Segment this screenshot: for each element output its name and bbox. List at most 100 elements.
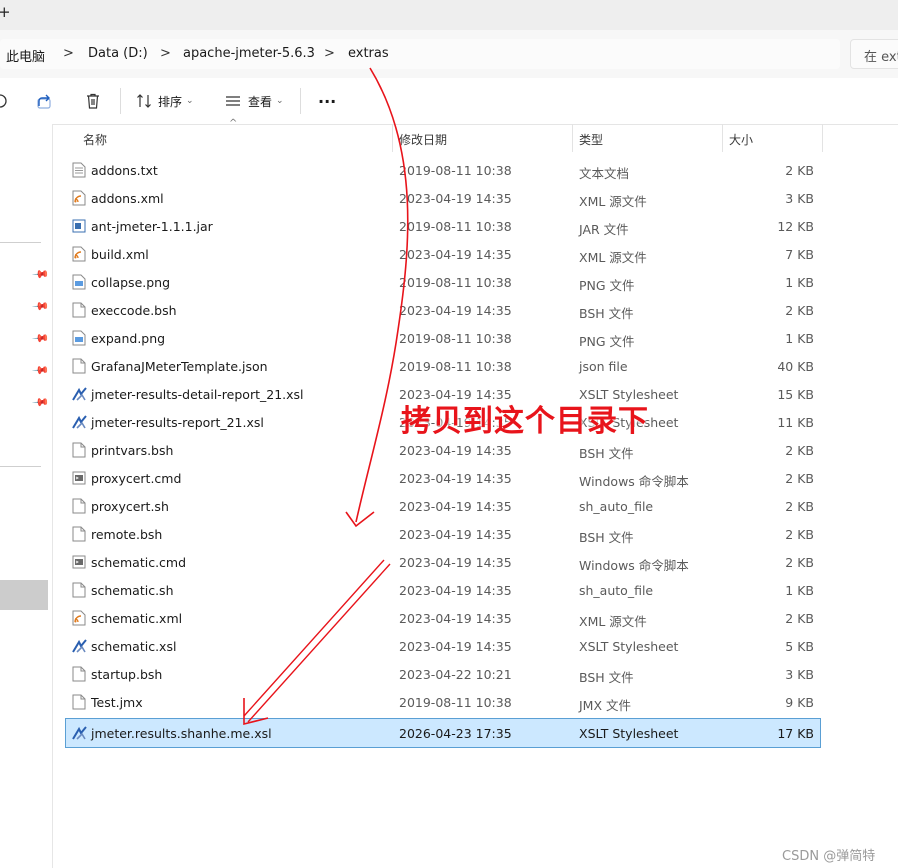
file-row[interactable]: printvars.bsh 2023-04-19 14:35 BSH 文件 2 KB	[66, 436, 820, 464]
share-button[interactable]	[36, 90, 54, 112]
file-date: 2023-04-19 14:35	[399, 443, 512, 458]
column-size-label: 大小	[729, 133, 754, 147]
nav-divider	[0, 466, 41, 467]
column-header-date[interactable]: 修改日期	[399, 124, 569, 152]
file-size: 5 KB	[785, 639, 814, 654]
file-size: 2 KB	[785, 499, 814, 514]
file-row[interactable]: proxycert.sh 2023-04-19 14:35 sh_auto_file…	[66, 492, 820, 520]
breadcrumb-separator[interactable]: >	[160, 46, 171, 61]
file-size: 3 KB	[785, 667, 814, 682]
file-date: 2023-04-19 14:35	[399, 555, 512, 570]
file-row[interactable]: Test.jmx 2019-08-11 10:38 JMX 文件 9 KB	[66, 688, 820, 716]
column-header-size[interactable]: 大小	[729, 124, 819, 152]
file-size: 2 KB	[785, 611, 814, 626]
file-size: 1 KB	[785, 331, 814, 346]
file-type: sh_auto_file	[579, 499, 654, 514]
jar-file-icon	[72, 218, 86, 234]
nav-divider	[0, 242, 41, 243]
copy-icon	[0, 94, 7, 108]
view-button[interactable]: 查看 ⌄	[224, 90, 284, 112]
file-name: startup.bsh	[91, 667, 163, 682]
file-name: addons.txt	[91, 163, 158, 178]
column-divider[interactable]	[822, 124, 823, 152]
file-type: json file	[579, 359, 628, 374]
blank-file-icon	[72, 582, 86, 598]
file-name: printvars.bsh	[91, 443, 174, 458]
xslt-file-icon	[72, 725, 87, 741]
file-type: JMX 文件	[579, 698, 632, 713]
file-date: 2023-04-22 10:21	[399, 667, 512, 682]
xml-file-icon	[72, 190, 86, 206]
file-row[interactable]: build.xml 2023-04-19 14:35 XML 源文件 7 KB	[66, 240, 820, 268]
new-tab-button[interactable]: +	[0, 3, 11, 21]
file-date: 2019-08-11 10:38	[399, 695, 512, 710]
column-header-name[interactable]: 名称	[83, 124, 393, 152]
pin-icon[interactable]: 📌	[31, 265, 50, 284]
cmd-file-icon	[72, 554, 86, 570]
file-row[interactable]: addons.xml 2023-04-19 14:35 XML 源文件 3 KB	[66, 184, 820, 212]
breadcrumb-item-jmeter[interactable]: apache-jmeter-5.6.3	[183, 46, 315, 61]
file-size: 15 KB	[777, 387, 814, 402]
file-size: 40 KB	[777, 359, 814, 374]
file-row[interactable]: schematic.cmd 2023-04-19 14:35 Windows 命令脚…	[66, 548, 820, 576]
view-icon	[226, 96, 240, 106]
file-date: 2019-08-11 10:38	[399, 219, 512, 234]
file-row[interactable]: startup.bsh 2023-04-22 10:21 BSH 文件 3 KB	[66, 660, 820, 688]
file-row[interactable]: GrafanaJMeterTemplate.json 2019-08-11 10:…	[66, 352, 820, 380]
file-size: 17 KB	[777, 726, 814, 741]
file-type: JAR 文件	[579, 222, 629, 237]
column-header-type[interactable]: 类型	[579, 124, 719, 152]
file-row[interactable]: schematic.xml 2023-04-19 14:35 XML 源文件 2 KB	[66, 604, 820, 632]
search-input[interactable]: 在 ext	[850, 39, 898, 69]
file-row[interactable]: ant-jmeter-1.1.1.jar 2019-08-11 10:38 JAR …	[66, 212, 820, 240]
file-name: remote.bsh	[91, 527, 163, 542]
file-row[interactable]: schematic.xsl 2023-04-19 14:35 XSLT Styles…	[66, 632, 820, 660]
trash-icon	[87, 93, 99, 109]
file-row[interactable]: expand.png 2019-08-11 10:38 PNG 文件 1 KB	[66, 324, 820, 352]
breadcrumb-item-drive[interactable]: Data (D:)	[88, 46, 148, 61]
nav-selected-item[interactable]	[0, 580, 48, 610]
delete-button[interactable]	[84, 90, 102, 112]
blank-file-icon	[72, 694, 86, 710]
file-size: 12 KB	[777, 219, 814, 234]
xml-file-icon	[72, 610, 86, 626]
file-date: 2023-04-19 14:35	[399, 611, 512, 626]
column-divider[interactable]	[722, 124, 723, 152]
annotation-text: 拷贝到这个目录下	[401, 404, 649, 439]
file-name: expand.png	[91, 331, 166, 346]
blank-file-icon	[72, 358, 86, 374]
breadcrumb-item-extras[interactable]: extras	[348, 46, 389, 61]
copy-button[interactable]	[0, 90, 8, 112]
file-row[interactable]: jmeter.results.shanhe.me.xsl 2026-04-23 1…	[65, 718, 821, 748]
file-size: 1 KB	[785, 583, 814, 598]
breadcrumb-separator[interactable]: >	[324, 46, 335, 61]
file-name: schematic.xsl	[91, 639, 177, 654]
file-row[interactable]: schematic.sh 2023-04-19 14:35 sh_auto_file…	[66, 576, 820, 604]
pin-icon[interactable]: 📌	[31, 361, 50, 380]
file-row[interactable]: proxycert.cmd 2023-04-19 14:35 Windows 命令脚…	[66, 464, 820, 492]
file-date: 2023-04-19 14:35	[399, 303, 512, 318]
file-row[interactable]: addons.txt 2019-08-11 10:38 文本文档 2 KB	[66, 156, 820, 184]
pin-icon[interactable]: 📌	[31, 297, 50, 316]
file-row[interactable]: collapse.png 2019-08-11 10:38 PNG 文件 1 KB	[66, 268, 820, 296]
file-size: 2 KB	[785, 303, 814, 318]
column-divider[interactable]	[572, 124, 573, 152]
breadcrumb-separator[interactable]: >	[63, 46, 74, 61]
breadcrumb[interactable]: 此电脑 > Data (D:) > apache-jmeter-5.6.3 > …	[0, 39, 840, 69]
file-row[interactable]: remote.bsh 2023-04-19 14:35 BSH 文件 2 KB	[66, 520, 820, 548]
file-size: 11 KB	[777, 415, 814, 430]
cmd-file-icon	[72, 470, 86, 486]
more-options-button[interactable]: ...	[318, 86, 336, 108]
sort-button[interactable]: 排序 ⌄	[136, 90, 194, 112]
pin-icon[interactable]: 📌	[31, 393, 50, 412]
breadcrumb-item-this-pc[interactable]: 此电脑	[6, 46, 45, 65]
column-divider[interactable]	[392, 124, 393, 152]
column-name-label: 名称	[83, 133, 108, 147]
file-name: addons.xml	[91, 191, 164, 206]
file-size: 2 KB	[785, 471, 814, 486]
view-label: 查看	[248, 94, 273, 109]
pin-icon[interactable]: 📌	[31, 329, 50, 348]
image-file-icon	[72, 330, 86, 346]
file-type: Windows 命令脚本	[579, 558, 689, 573]
file-row[interactable]: execcode.bsh 2023-04-19 14:35 BSH 文件 2 KB	[66, 296, 820, 324]
